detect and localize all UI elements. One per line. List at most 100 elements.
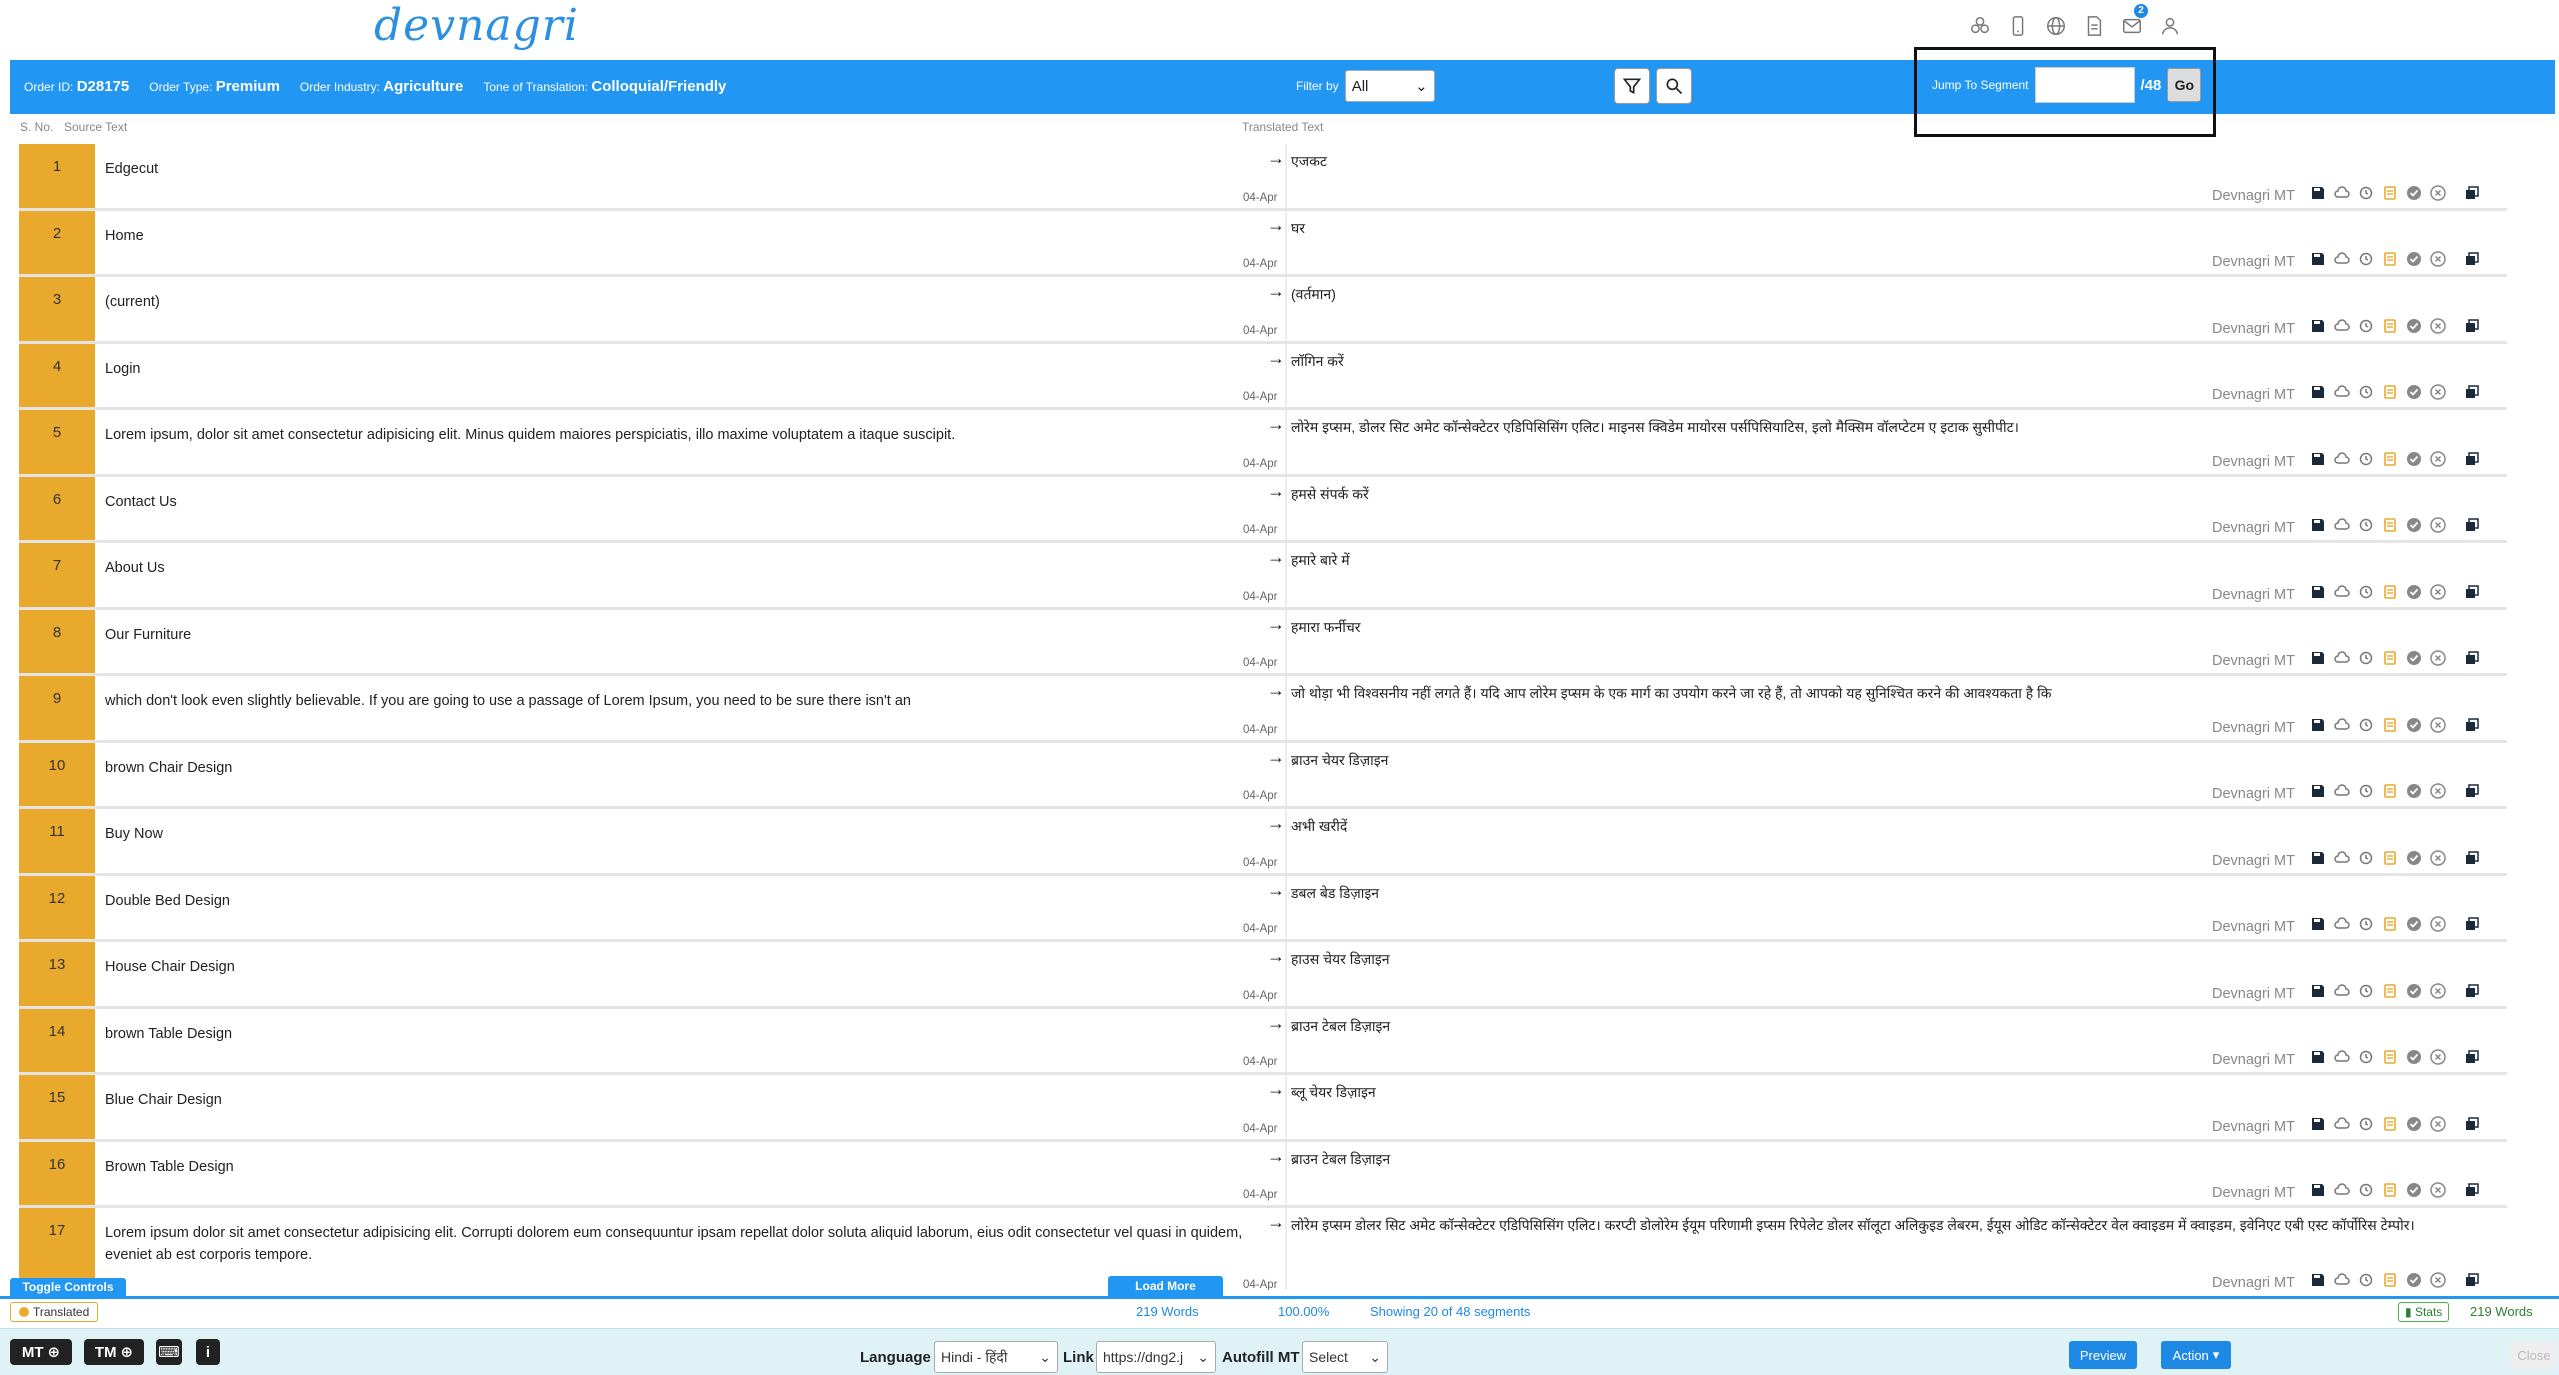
jump-segment-input[interactable] — [2034, 67, 2135, 103]
translated-text[interactable]: ब्लू चेयर डिज़ाइन — [1291, 1081, 2491, 1103]
save-icon[interactable] — [2309, 383, 2327, 401]
arrow-right-icon[interactable]: → — [1267, 946, 1285, 967]
cloud-icon[interactable] — [2333, 583, 2351, 601]
segment-row[interactable]: 15 Blue Chair Design → 04-Apr ब्लू चेयर डिज़… — [19, 1075, 2507, 1142]
close-circle-icon[interactable] — [2429, 649, 2447, 667]
check-circle-icon[interactable] — [2405, 849, 2423, 867]
autofill-select[interactable]: Select ⌄ — [1302, 1341, 1388, 1373]
cloud-icon[interactable] — [2333, 1181, 2351, 1199]
close-circle-icon[interactable] — [2429, 915, 2447, 933]
copy-icon[interactable] — [2463, 317, 2481, 335]
arrow-right-icon[interactable]: → — [1267, 215, 1285, 236]
save-icon[interactable] — [2309, 583, 2327, 601]
copy-icon[interactable] — [2463, 1181, 2481, 1199]
close-circle-icon[interactable] — [2429, 1115, 2447, 1133]
arrow-right-icon[interactable]: → — [1267, 1079, 1285, 1100]
check-circle-icon[interactable] — [2405, 317, 2423, 335]
note-icon[interactable] — [2381, 1181, 2399, 1199]
mt-button[interactable]: MT ⊕ — [10, 1339, 72, 1365]
mail-icon[interactable]: 2 — [2120, 4, 2148, 38]
check-circle-icon[interactable] — [2405, 782, 2423, 800]
translated-text[interactable]: घर — [1291, 217, 2491, 239]
copy-icon[interactable] — [2463, 583, 2481, 601]
history-icon[interactable] — [2357, 1048, 2375, 1066]
save-icon[interactable] — [2309, 716, 2327, 734]
history-icon[interactable] — [2357, 250, 2375, 268]
check-circle-icon[interactable] — [2405, 1181, 2423, 1199]
cloud-icon[interactable] — [2333, 915, 2351, 933]
translated-text[interactable]: डबल बेड डिज़ाइन — [1291, 882, 2491, 904]
copy-icon[interactable] — [2463, 982, 2481, 1000]
copy-icon[interactable] — [2463, 1271, 2481, 1289]
save-icon[interactable] — [2309, 649, 2327, 667]
arrow-right-icon[interactable]: → — [1267, 414, 1285, 435]
segment-row[interactable]: 16 Brown Table Design → 04-Apr ब्राउन टेबल ड… — [19, 1141, 2507, 1208]
close-button[interactable]: Close — [2510, 1341, 2558, 1369]
note-icon[interactable] — [2381, 1048, 2399, 1066]
history-icon[interactable] — [2357, 583, 2375, 601]
cloud-icon[interactable] — [2333, 383, 2351, 401]
cloud-icon[interactable] — [2333, 716, 2351, 734]
info-button[interactable]: i — [196, 1339, 220, 1365]
close-circle-icon[interactable] — [2429, 516, 2447, 534]
note-icon[interactable] — [2381, 583, 2399, 601]
close-circle-icon[interactable] — [2429, 1048, 2447, 1066]
history-icon[interactable] — [2357, 317, 2375, 335]
history-icon[interactable] — [2357, 1271, 2375, 1289]
copy-icon[interactable] — [2463, 649, 2481, 667]
close-circle-icon[interactable] — [2429, 849, 2447, 867]
check-circle-icon[interactable] — [2405, 1271, 2423, 1289]
close-circle-icon[interactable] — [2429, 982, 2447, 1000]
translated-text[interactable]: लॉगिन करें — [1291, 350, 2491, 372]
note-icon[interactable] — [2381, 184, 2399, 202]
segment-row[interactable]: 17 Lorem ipsum dolor sit amet consectetur… — [19, 1208, 2507, 1290]
translated-text[interactable]: ब्राउन चेयर डिज़ाइन — [1291, 749, 2491, 771]
copy-icon[interactable] — [2463, 849, 2481, 867]
history-icon[interactable] — [2357, 450, 2375, 468]
language-select[interactable]: Hindi - हिंदी ⌄ — [934, 1341, 1058, 1373]
preview-button[interactable]: Preview — [2069, 1341, 2137, 1369]
segment-row[interactable]: 7 About Us → 04-Apr हमारे बारे में Devnagri M… — [19, 543, 2507, 610]
check-circle-icon[interactable] — [2405, 649, 2423, 667]
segment-row[interactable]: 9 which don't look even slightly believab… — [19, 676, 2507, 743]
arrow-right-icon[interactable]: → — [1267, 747, 1285, 768]
check-circle-icon[interactable] — [2405, 716, 2423, 734]
close-circle-icon[interactable] — [2429, 716, 2447, 734]
save-icon[interactable] — [2309, 1271, 2327, 1289]
translated-text[interactable]: लोरेम इप्सम डोलर सिट अमेट कॉन्सेक्टेटर ए… — [1291, 1214, 2491, 1236]
note-icon[interactable] — [2381, 849, 2399, 867]
segment-row[interactable]: 11 Buy Now → 04-Apr अभी खरीदें Devnagri MT — [19, 809, 2507, 876]
arrow-right-icon[interactable]: → — [1267, 880, 1285, 901]
copy-icon[interactable] — [2463, 1115, 2481, 1133]
segment-row[interactable]: 3 (current) → 04-Apr (वर्तमान) Devnagri MT — [19, 277, 2507, 344]
close-circle-icon[interactable] — [2429, 250, 2447, 268]
cloud-icon[interactable] — [2333, 250, 2351, 268]
search-replace-button[interactable] — [1656, 68, 1692, 104]
translated-text[interactable]: हमारा फर्नीचर — [1291, 616, 2491, 638]
copy-icon[interactable] — [2463, 782, 2481, 800]
save-icon[interactable] — [2309, 516, 2327, 534]
close-circle-icon[interactable] — [2429, 317, 2447, 335]
translated-text[interactable]: अभी खरीदें — [1291, 815, 2491, 837]
check-circle-icon[interactable] — [2405, 915, 2423, 933]
go-button[interactable]: Go — [2167, 68, 2202, 102]
cloud-icon[interactable] — [2333, 649, 2351, 667]
note-icon[interactable] — [2381, 516, 2399, 534]
arrow-right-icon[interactable]: → — [1267, 680, 1285, 701]
cloud-icon[interactable] — [2333, 849, 2351, 867]
check-circle-icon[interactable] — [2405, 184, 2423, 202]
devnagri-logo[interactable]: devnagri — [374, 0, 579, 51]
copy-icon[interactable] — [2463, 716, 2481, 734]
history-icon[interactable] — [2357, 716, 2375, 734]
translated-text[interactable]: ब्राउन टेबल डिज़ाइन — [1291, 1148, 2491, 1170]
segment-row[interactable]: 1 Edgecut → 04-Apr एजकट Devnagri MT — [19, 144, 2507, 211]
save-icon[interactable] — [2309, 1181, 2327, 1199]
tm-button[interactable]: TM ⊕ — [84, 1339, 144, 1365]
save-icon[interactable] — [2309, 982, 2327, 1000]
arrow-right-icon[interactable]: → — [1267, 813, 1285, 834]
action-button[interactable]: Action ▾ — [2161, 1341, 2231, 1369]
keyboard-button[interactable]: ⌨ — [156, 1339, 182, 1365]
save-icon[interactable] — [2309, 1048, 2327, 1066]
history-icon[interactable] — [2357, 383, 2375, 401]
filter-button[interactable] — [1614, 68, 1650, 104]
